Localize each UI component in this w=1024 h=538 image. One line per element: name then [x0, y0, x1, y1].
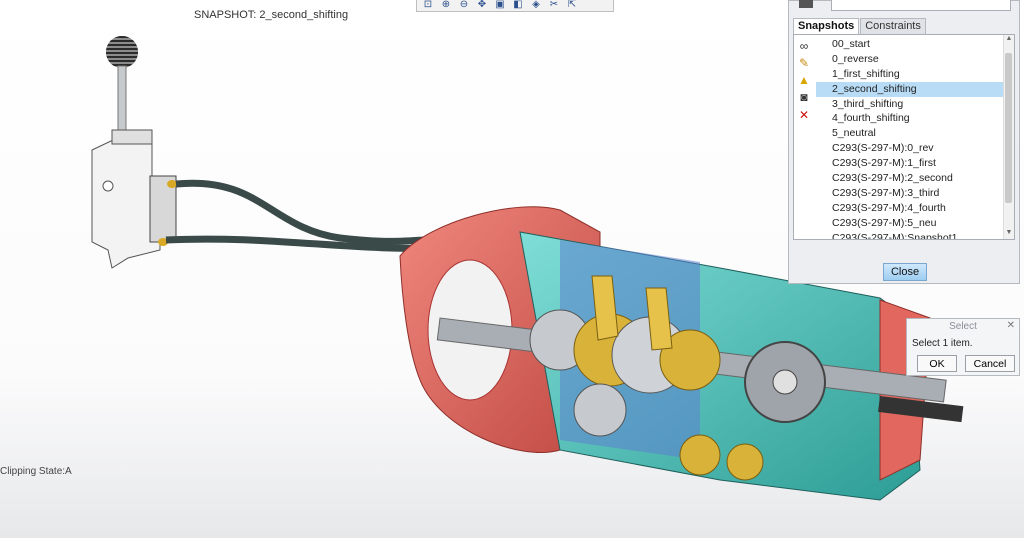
- select-dialog: Select ✕ Select 1 item. OK Cancel: [906, 318, 1020, 376]
- panel-name-field[interactable]: [831, 0, 1011, 11]
- list-item[interactable]: 3_third_shifting: [816, 97, 1004, 112]
- list-item[interactable]: 5_neutral: [816, 126, 1004, 141]
- dialog-message: Select 1 item.: [912, 338, 973, 349]
- snapshot-tools: ∞ ✎ ▲ ◙ ✕: [794, 35, 814, 239]
- tab-constraints[interactable]: Constraints: [860, 18, 926, 34]
- scroll-thumb[interactable]: [1005, 53, 1012, 203]
- close-icon[interactable]: ✕: [1007, 320, 1015, 331]
- panel-tabs: Snapshots Constraints: [793, 18, 927, 34]
- scroll-up-icon[interactable]: ▲: [1004, 35, 1014, 45]
- pencil-icon[interactable]: ✎: [797, 56, 811, 70]
- cancel-button[interactable]: Cancel: [965, 355, 1015, 372]
- list-item[interactable]: 00_start: [816, 37, 1004, 52]
- list-item-selected[interactable]: 2_second_shifting: [816, 81, 1004, 97]
- shift-knob: [106, 36, 138, 137]
- list-item[interactable]: C293(S-297-M):0_rev: [816, 141, 1004, 156]
- shifter-bracket: [91, 129, 177, 269]
- warning-icon[interactable]: ▲: [797, 73, 811, 87]
- close-button[interactable]: Close: [883, 263, 927, 281]
- list-item[interactable]: 0_reverse: [816, 52, 1004, 67]
- snapshot-list: ∞ ✎ ▲ ◙ ✕ 00_start 0_reverse 1_first_shi…: [793, 34, 1015, 240]
- list-item[interactable]: C293(S-297-M):2_second: [816, 171, 1004, 186]
- list-item[interactable]: C293(S-297-M):5_neu: [816, 216, 1004, 231]
- glasses-icon[interactable]: ∞: [797, 39, 811, 53]
- panel-handle-icon: [799, 0, 813, 8]
- list-item[interactable]: 4_fourth_shifting: [816, 111, 1004, 126]
- tab-snapshots[interactable]: Snapshots: [793, 18, 860, 34]
- delete-icon[interactable]: ✕: [797, 108, 811, 122]
- clipping-state-label: Clipping State:A: [0, 466, 72, 477]
- snapshots-panel: Snapshots Constraints ∞ ✎ ▲ ◙ ✕ 00_start…: [788, 0, 1020, 284]
- list-item[interactable]: 1_first_shifting: [816, 67, 1004, 82]
- camera-icon[interactable]: ◙: [797, 90, 811, 104]
- list-item[interactable]: C293(S-297-M):Snapshot1: [816, 231, 1004, 239]
- scroll-down-icon[interactable]: ▼: [1004, 229, 1014, 239]
- list-item[interactable]: C293(S-297-M):3_third: [816, 186, 1004, 201]
- snapshot-items: 00_start 0_reverse 1_first_shifting 2_se…: [816, 37, 1004, 239]
- ok-button[interactable]: OK: [917, 355, 957, 372]
- panel-header: [789, 0, 1019, 13]
- list-item[interactable]: C293(S-297-M):4_fourth: [816, 201, 1004, 216]
- dialog-title: Select: [949, 321, 977, 332]
- list-scrollbar[interactable]: ▲ ▼: [1003, 35, 1014, 239]
- list-item[interactable]: C293(S-297-M):1_first: [816, 156, 1004, 171]
